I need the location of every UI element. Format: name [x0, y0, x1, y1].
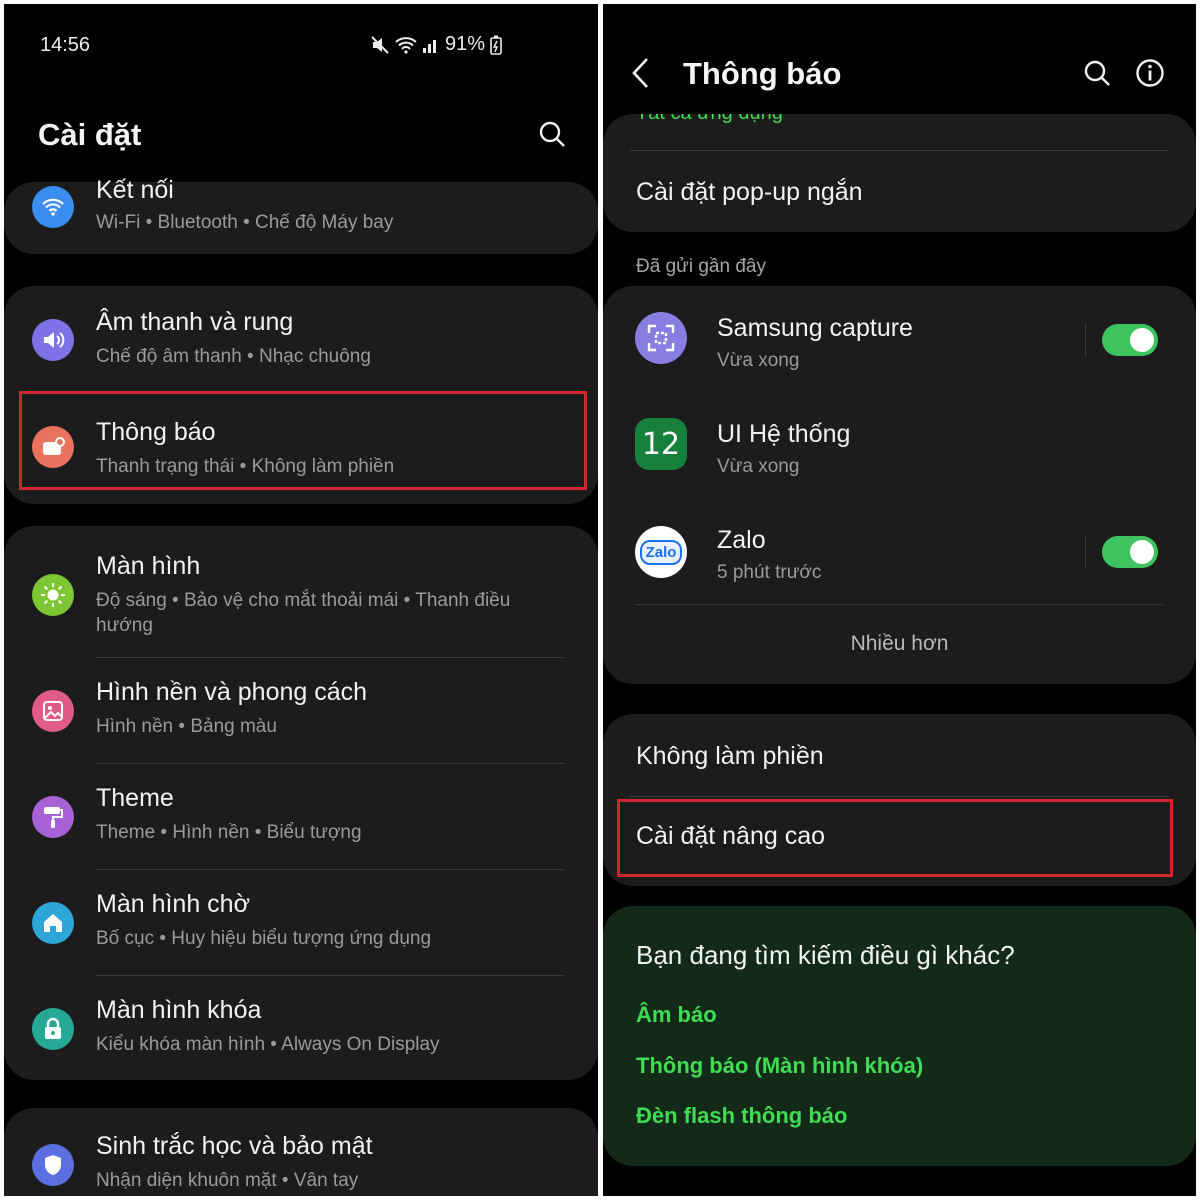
divider: [96, 763, 564, 764]
page-title: Cài đặt: [38, 117, 142, 152]
item-subtitle: Độ sáng • Bảo vệ cho mắt thoải mái • Tha…: [96, 590, 511, 636]
app-time: Vừa xong: [717, 350, 800, 371]
samsung-capture-icon: [635, 312, 687, 364]
app-toggle[interactable]: [1102, 324, 1158, 356]
suggestion-link[interactable]: Âm báo: [636, 1002, 717, 1028]
more-button[interactable]: Nhiều hơn: [603, 632, 1196, 656]
app-row-samsung-capture[interactable]: Samsung capture Vừa xong: [603, 286, 1196, 392]
search-button[interactable]: [535, 117, 569, 151]
battery-percent: 91%: [444, 33, 485, 55]
zalo-logo-text: Zalo: [639, 539, 683, 565]
divider: [630, 150, 1169, 151]
card-suggestions: Bạn đang tìm kiếm điều gì khác? Âm báo T…: [603, 906, 1196, 1166]
suggestion-link[interactable]: Thông báo (Màn hình khóa): [636, 1053, 923, 1079]
item-subtitle: Theme • Hình nền • Biểu tượng: [96, 822, 362, 843]
divider: [96, 657, 564, 658]
item-subtitle: Wi-Fi • Bluetooth • Chế độ Máy bay: [96, 212, 394, 233]
app-time: Vừa xong: [717, 456, 800, 477]
settings-item-lock-screen[interactable]: Màn hình khóa Kiểu khóa màn hình • Alway…: [4, 990, 598, 1080]
home-icon: [32, 902, 74, 944]
search-button[interactable]: [1080, 56, 1114, 90]
divider: [636, 604, 1163, 605]
battery-icon: [490, 35, 502, 55]
divider: [96, 975, 564, 976]
search-icon: [539, 121, 565, 147]
app-name: Samsung capture: [717, 314, 913, 342]
item-title: Hình nền và phong cách: [96, 678, 368, 706]
settings-item-display[interactable]: Màn hình Độ sáng • Bảo vệ cho mắt thoải …: [4, 548, 598, 648]
item-title: Màn hình chờ: [96, 890, 250, 918]
notifications-screen: Thông báo Tất cả ứng dụng Cài đặt pop-up…: [603, 4, 1196, 1196]
all-apps-link-partial[interactable]: Tất cả ứng dụng: [636, 114, 783, 125]
item-title: Sinh trắc học và bảo mật: [96, 1132, 373, 1160]
info-button[interactable]: [1133, 56, 1167, 90]
recent-section-label: Đã gửi gần đây: [636, 256, 766, 277]
paint-roller-icon: [32, 796, 74, 838]
app-time: 5 phút trước: [717, 562, 822, 583]
item-subtitle: Bố cục • Huy hiệu biểu tượng ứng dụng: [96, 928, 432, 949]
image-icon: [32, 690, 74, 732]
popup-settings-item[interactable]: Cài đặt pop-up ngắn: [636, 178, 863, 207]
app-name: UI Hệ thống: [717, 420, 851, 448]
status-time: 14:56: [40, 34, 91, 56]
highlight-box: [19, 391, 587, 490]
item-subtitle: Kiểu khóa màn hình • Always On Display: [96, 1034, 440, 1055]
suggestion-link[interactable]: Đèn flash thông báo: [636, 1103, 847, 1129]
search-icon: [1084, 60, 1110, 86]
app-row-system-ui[interactable]: 12 UI Hệ thống Vừa xong: [603, 392, 1196, 498]
chevron-left-icon: [632, 58, 648, 88]
item-title: Màn hình khóa: [96, 996, 262, 1024]
speaker-icon: [32, 319, 74, 361]
settings-item-biometrics[interactable]: Sinh trắc học và bảo mật Nhận diện khuôn…: [4, 1126, 598, 1196]
settings-item-home-screen[interactable]: Màn hình chờ Bố cục • Huy hiệu biểu tượn…: [4, 884, 598, 974]
settings-item-wallpaper[interactable]: Hình nền và phong cách Hình nền • Bảng m…: [4, 672, 598, 762]
page-title: Thông báo: [683, 56, 842, 91]
settings-item-connections[interactable]: Kết nối Wi-Fi • Bluetooth • Chế độ Máy b…: [4, 176, 598, 254]
card-recent-apps: Samsung capture Vừa xong 12 UI Hệ thống …: [603, 286, 1196, 684]
lock-icon: [32, 1008, 74, 1050]
card-biometrics: Sinh trắc học và bảo mật Nhận diện khuôn…: [4, 1108, 598, 1196]
settings-item-theme[interactable]: Theme Theme • Hình nền • Biểu tượng: [4, 778, 598, 868]
separator: [1085, 535, 1086, 569]
app-name: Zalo: [717, 526, 766, 554]
item-subtitle: Chế độ âm thanh • Nhạc chuông: [96, 346, 371, 367]
back-button[interactable]: [629, 56, 653, 95]
signal-icon: [422, 39, 436, 53]
divider: [630, 796, 1169, 797]
status-icons: 91%: [370, 33, 502, 56]
app-toggle[interactable]: [1102, 536, 1158, 568]
item-title: Âm thanh và rung: [96, 308, 294, 336]
card-display-group: Màn hình Độ sáng • Bảo vệ cho mắt thoải …: [4, 526, 598, 1080]
suggestions-title: Bạn đang tìm kiếm điều gì khác?: [636, 940, 1015, 970]
shield-icon: [32, 1144, 74, 1186]
mute-icon: [371, 35, 389, 54]
dnd-item[interactable]: Không làm phiền: [636, 742, 824, 771]
item-title: Kết nối: [96, 176, 174, 204]
app-row-zalo[interactable]: Zalo Zalo 5 phút trước: [603, 498, 1196, 604]
one-ui-icon: 12: [635, 418, 687, 470]
separator: [1085, 323, 1086, 357]
item-title: Theme: [96, 784, 174, 812]
info-icon: [1136, 59, 1164, 87]
wifi-status-icon: [395, 36, 417, 54]
item-title: Màn hình: [96, 552, 201, 580]
settings-screen: 14:56 91% Cài đặt Kết nối Wi-Fi • Blueto…: [4, 4, 598, 1196]
highlight-box: [617, 799, 1173, 877]
item-subtitle: Hình nền • Bảng màu: [96, 716, 277, 737]
card-popup: Tất cả ứng dụng Cài đặt pop-up ngắn: [603, 114, 1196, 232]
settings-item-sound[interactable]: Âm thanh và rung Chế độ âm thanh • Nhạc …: [4, 304, 598, 384]
divider: [96, 869, 564, 870]
wifi-icon: [32, 186, 74, 228]
item-subtitle: Nhận diện khuôn mặt • Vân tay: [96, 1170, 359, 1191]
card-connections: Kết nối Wi-Fi • Bluetooth • Chế độ Máy b…: [4, 176, 598, 254]
sun-icon: [32, 574, 74, 616]
one-ui-logo-text: 12: [641, 426, 681, 462]
zalo-icon: Zalo: [635, 526, 687, 578]
